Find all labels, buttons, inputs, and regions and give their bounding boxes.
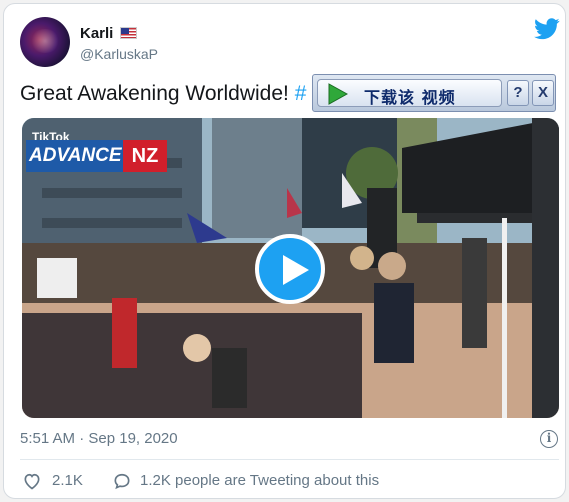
logo-advance-text: ADVANCE [26,140,123,172]
close-button[interactable]: X [532,80,554,106]
download-toolbar: 下载该 视频 ? X [312,74,556,112]
logo-nz-text: NZ [123,140,167,172]
twitter-bird-icon[interactable] [534,18,560,40]
divider [20,459,559,460]
info-icon[interactable]: i [540,430,558,448]
user-handle[interactable]: @KarluskaP [80,46,158,62]
help-button[interactable]: ? [507,80,529,106]
tweet-body: Great Awakening Worldwide! [20,82,295,105]
play-icon [283,255,309,285]
avatar[interactable] [20,17,70,67]
tweeting-about-link[interactable]: 1.2K people are Tweeting about this [140,472,379,489]
play-button[interactable] [255,234,325,304]
download-label: 下载该 视频 [364,88,456,107]
hashtag-link[interactable]: # [295,82,307,105]
tweet-card: Karli @KarluskaP Great Awakening Worldwi… [3,3,566,499]
like-count[interactable]: 2.1K [52,472,83,489]
tweet-timestamp[interactable]: 5:51 AM · Sep 19, 2020 [20,430,178,447]
tweet-text: Great Awakening Worldwide! # [20,82,306,106]
reply-bubble-icon[interactable] [112,471,132,491]
video-player[interactable]: TikTok ADVANCE NZ [22,118,559,418]
download-video-button[interactable]: 下载该 视频 [317,79,502,107]
us-flag-icon [120,27,137,39]
green-play-icon [328,83,348,105]
display-name[interactable]: Karli [80,25,113,42]
heart-icon[interactable] [22,471,42,491]
